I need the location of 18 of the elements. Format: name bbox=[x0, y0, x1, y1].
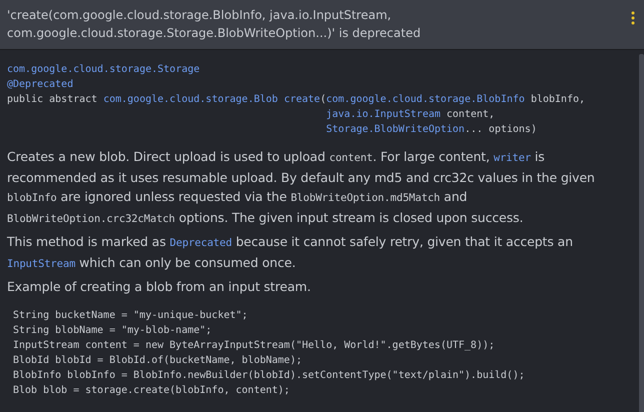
scrollbar[interactable] bbox=[639, 54, 644, 412]
code-line: BlobId blobId = BlobId.of(bucketName, blobName); bbox=[13, 354, 303, 368]
deprecation-message: 'create(com.google.cloud.storage.BlobInfo, java.io.InputStream, com.google.cloud.storage.Storage.BlobWriteOption...)' is deprecated bbox=[7, 7, 422, 42]
annotation[interactable]: @Deprecated bbox=[7, 77, 639, 92]
code-line: String blobName = "my-blob-name"; bbox=[13, 324, 213, 338]
more-menu-icon[interactable] bbox=[631, 11, 635, 25]
method-signature: public abstract com.google.cloud.storage.Blob create( bbox=[7, 93, 326, 107]
code-line: Blob blob = storage.create(blobInfo, content); bbox=[13, 384, 291, 398]
code-line: InputStream content = new ByteArrayInputStream("Hello, World!".getBytes(UTF_8)); bbox=[13, 339, 496, 353]
parameter: java.io.InputStream content, bbox=[326, 108, 496, 122]
description-paragraph: Creates a new blob. Direct upload is used to upload content. For large content, writer is recommended as it uses resumable upload. By default any md5 and crc32c values in the given blobInfo are ignored unless requested via the BlobWriteOption.md5Match and BlobWriteOption.crc32cMatch options. The given input stream is closed upon success. bbox=[7, 148, 596, 227]
description-paragraph: Example of creating a blob from an input stream. bbox=[7, 278, 312, 296]
code-line: BlobInfo blobInfo = BlobInfo.newBuilder(blobId).setContentType("text/plain").build(); bbox=[13, 369, 526, 383]
class-name[interactable]: com.google.cloud.storage.Storage bbox=[7, 62, 639, 77]
code-line: String bucketName = "my-unique-bucket"; bbox=[13, 309, 249, 323]
parameter: com.google.cloud.storage.BlobInfo blobInfo, bbox=[326, 93, 586, 107]
description-paragraph: This method is marked as Deprecated because it cannot safely retry, given that it accepts an InputStream which can only be consumed once. bbox=[7, 233, 574, 272]
parameter: Storage.BlobWriteOption... options) bbox=[326, 123, 538, 137]
